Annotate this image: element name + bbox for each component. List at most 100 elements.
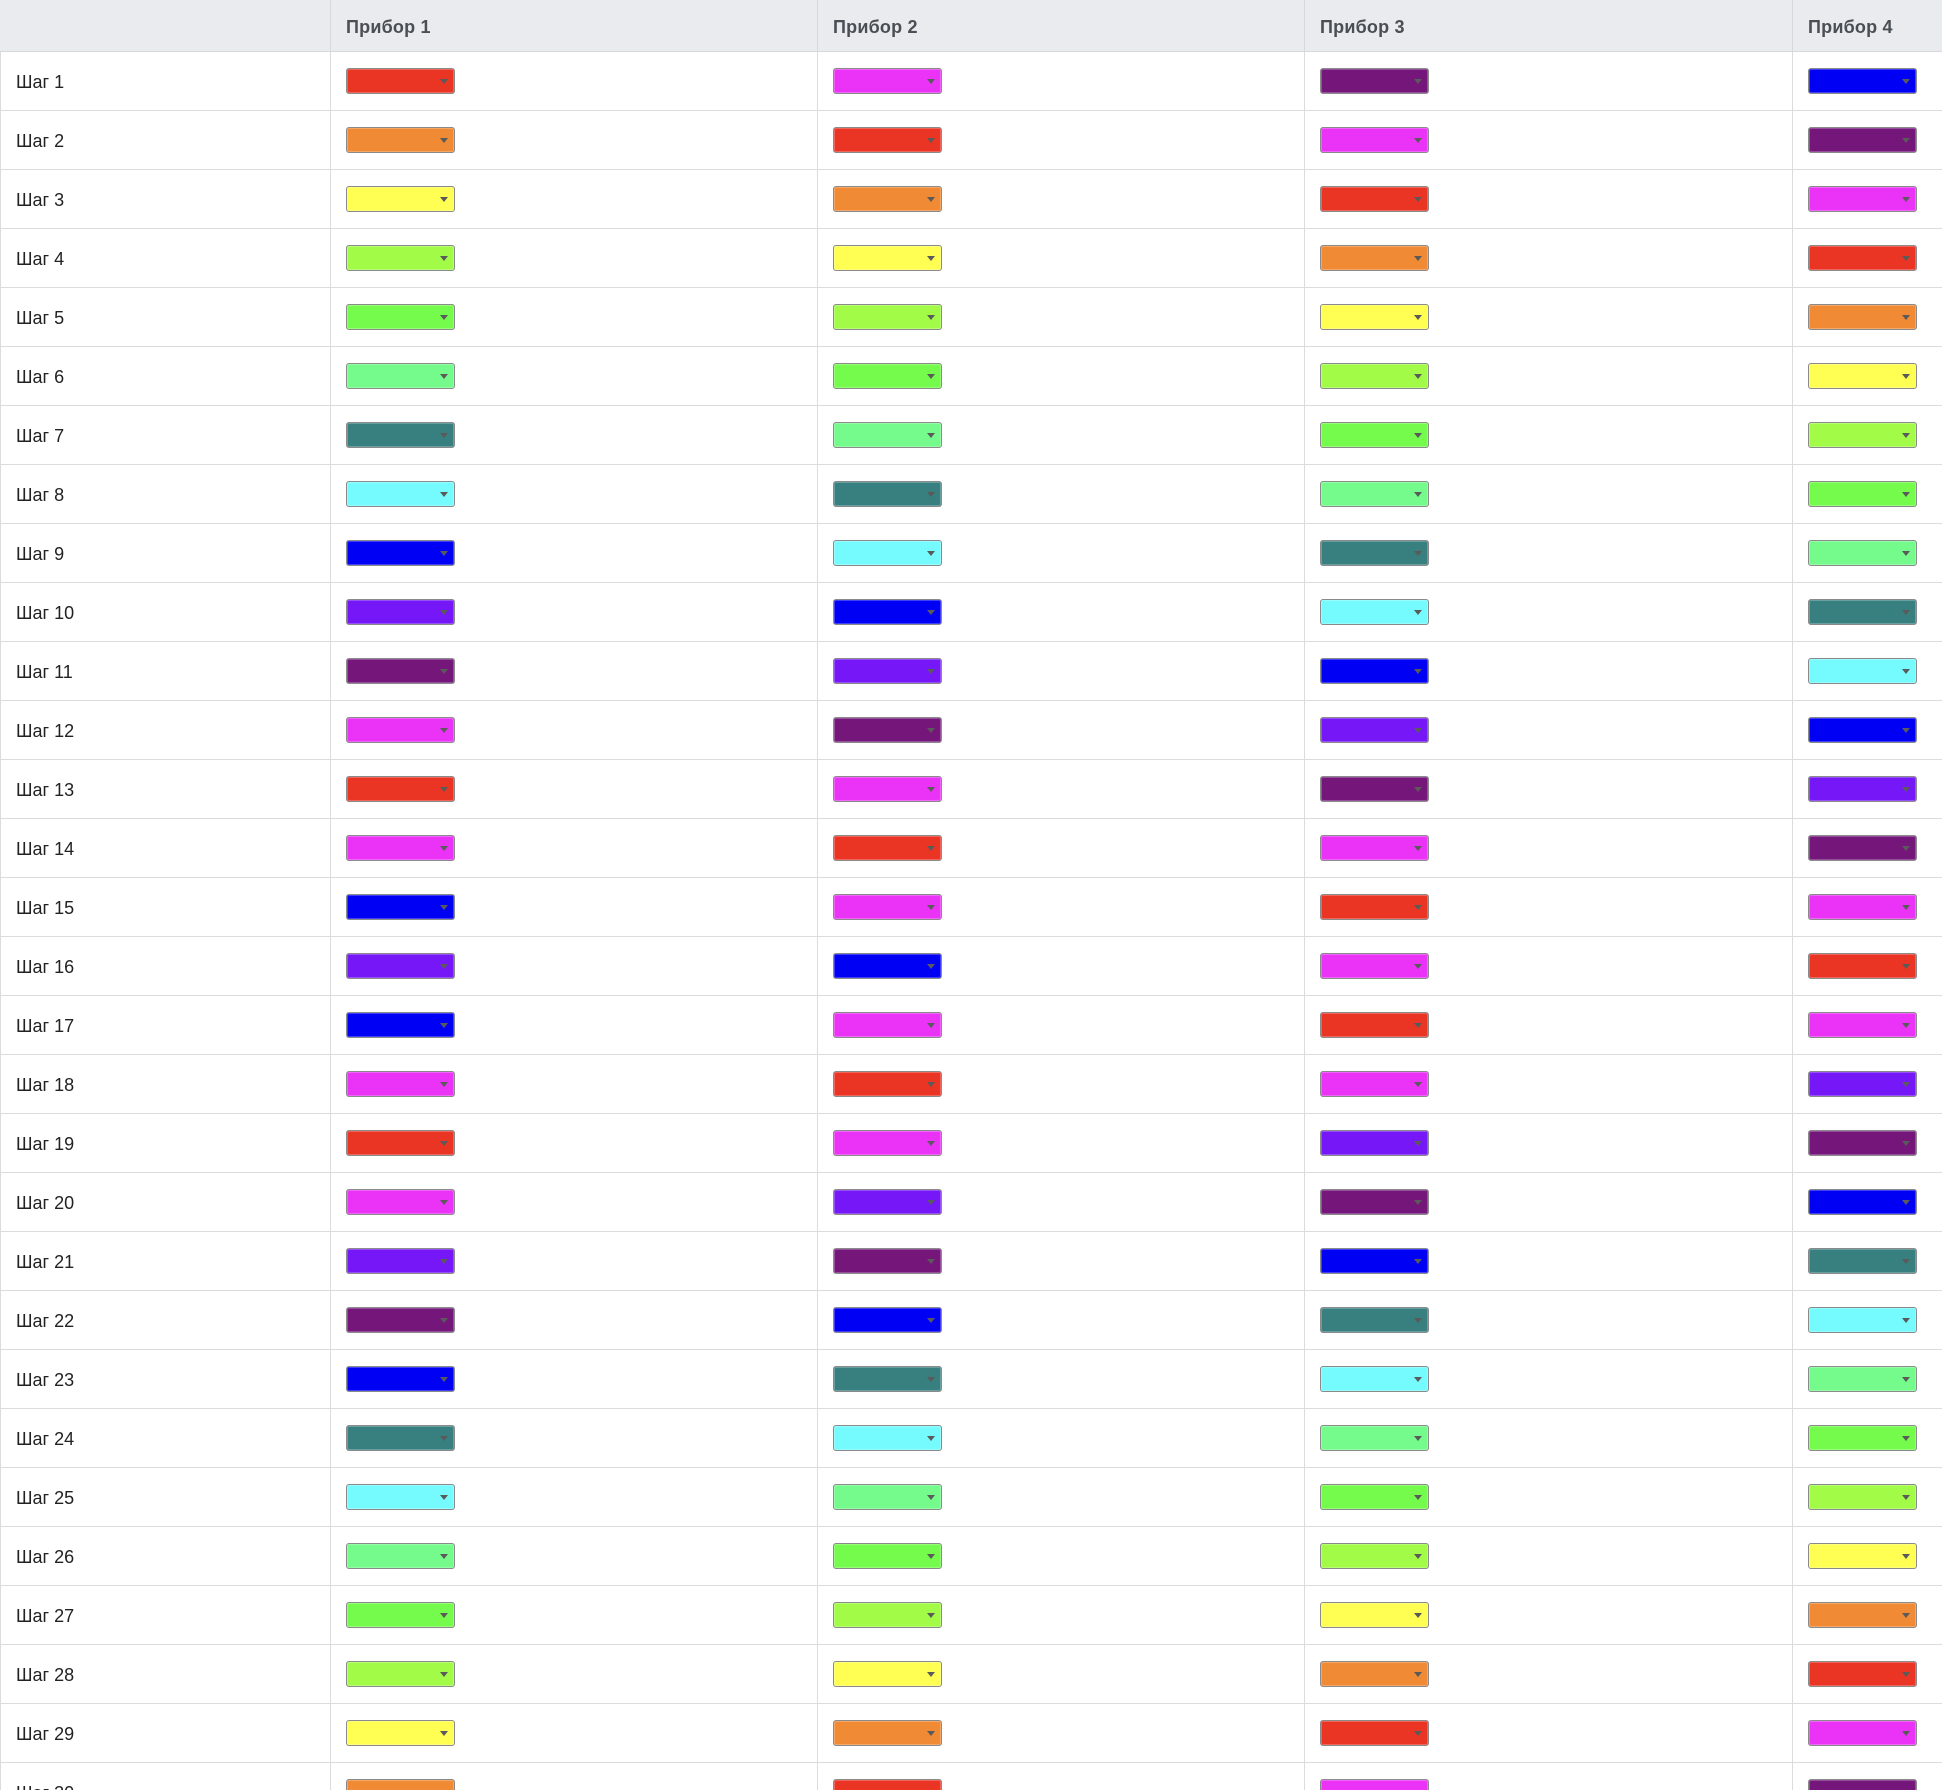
color-select-red[interactable] [1808,953,1917,979]
color-select-lime[interactable] [346,245,455,271]
color-select-red[interactable] [1320,1720,1429,1746]
color-select-lime[interactable] [1320,363,1429,389]
color-select-red[interactable] [346,776,455,802]
color-select-green[interactable] [1808,1425,1917,1451]
color-select-purple[interactable] [1808,835,1917,861]
color-select-lime[interactable] [1808,1484,1917,1510]
color-select-yellow[interactable] [833,1661,942,1687]
color-select-red[interactable] [346,1130,455,1156]
color-select-purple[interactable] [1320,1189,1429,1215]
color-select-magenta[interactable] [346,835,455,861]
color-select-magenta[interactable] [346,1189,455,1215]
color-select-lime[interactable] [833,1602,942,1628]
color-select-mint[interactable] [1808,540,1917,566]
color-select-magenta[interactable] [833,894,942,920]
color-select-teal[interactable] [346,422,455,448]
color-select-blue[interactable] [346,540,455,566]
color-select-green[interactable] [833,1543,942,1569]
color-select-violet[interactable] [346,953,455,979]
color-select-blue[interactable] [346,1012,455,1038]
color-select-teal[interactable] [1320,1307,1429,1333]
header-column-device-3[interactable]: Прибор 3 [1305,0,1793,52]
color-select-yellow[interactable] [346,186,455,212]
color-select-orange[interactable] [833,186,942,212]
color-select-blue[interactable] [1808,717,1917,743]
color-select-blue[interactable] [1808,1189,1917,1215]
color-select-magenta[interactable] [1320,953,1429,979]
color-select-violet[interactable] [1320,717,1429,743]
color-select-lime[interactable] [1808,422,1917,448]
color-select-teal[interactable] [833,1366,942,1392]
color-select-cyan[interactable] [1808,1307,1917,1333]
color-select-purple[interactable] [1320,68,1429,94]
color-select-magenta[interactable] [1808,1720,1917,1746]
color-select-orange[interactable] [346,127,455,153]
color-select-green[interactable] [1808,481,1917,507]
color-select-green[interactable] [1320,1484,1429,1510]
color-select-orange[interactable] [1320,1661,1429,1687]
color-select-violet[interactable] [1320,1130,1429,1156]
color-select-mint[interactable] [1320,481,1429,507]
color-select-yellow[interactable] [1808,363,1917,389]
color-select-red[interactable] [1320,1012,1429,1038]
color-select-mint[interactable] [346,363,455,389]
color-select-magenta[interactable] [346,717,455,743]
color-select-red[interactable] [833,1779,942,1790]
color-select-blue[interactable] [833,953,942,979]
color-select-yellow[interactable] [1320,1602,1429,1628]
color-select-violet[interactable] [1808,776,1917,802]
color-select-mint[interactable] [833,1484,942,1510]
color-select-orange[interactable] [346,1779,455,1790]
color-select-red[interactable] [1320,186,1429,212]
color-select-blue[interactable] [346,1366,455,1392]
color-select-orange[interactable] [833,1720,942,1746]
color-select-cyan[interactable] [833,1425,942,1451]
color-select-red[interactable] [1320,894,1429,920]
color-select-orange[interactable] [1808,304,1917,330]
color-select-yellow[interactable] [346,1720,455,1746]
color-select-cyan[interactable] [346,481,455,507]
color-select-purple[interactable] [1320,776,1429,802]
color-select-teal[interactable] [1320,540,1429,566]
color-select-mint[interactable] [1320,1425,1429,1451]
color-select-violet[interactable] [833,1189,942,1215]
color-select-red[interactable] [833,1071,942,1097]
color-select-lime[interactable] [1320,1543,1429,1569]
color-select-blue[interactable] [833,1307,942,1333]
header-column-device-2[interactable]: Прибор 2 [818,0,1305,52]
color-select-red[interactable] [833,127,942,153]
color-select-magenta[interactable] [833,1130,942,1156]
color-select-purple[interactable] [833,1248,942,1274]
color-select-yellow[interactable] [1808,1543,1917,1569]
color-select-magenta[interactable] [1320,835,1429,861]
color-select-cyan[interactable] [1320,1366,1429,1392]
color-select-purple[interactable] [833,717,942,743]
color-select-cyan[interactable] [1320,599,1429,625]
color-select-cyan[interactable] [1808,658,1917,684]
color-select-lime[interactable] [833,304,942,330]
color-select-teal[interactable] [346,1425,455,1451]
color-select-mint[interactable] [1808,1366,1917,1392]
color-select-red[interactable] [1808,245,1917,271]
color-select-violet[interactable] [1808,1071,1917,1097]
color-select-magenta[interactable] [1320,1071,1429,1097]
color-select-green[interactable] [833,363,942,389]
color-select-magenta[interactable] [833,776,942,802]
color-select-magenta[interactable] [1808,894,1917,920]
color-select-green[interactable] [346,304,455,330]
header-column-device-4[interactable]: Прибор 4 [1793,0,1942,52]
color-select-yellow[interactable] [833,245,942,271]
color-select-purple[interactable] [1808,1130,1917,1156]
color-select-magenta[interactable] [833,1012,942,1038]
color-select-purple[interactable] [346,1307,455,1333]
color-select-teal[interactable] [1808,1248,1917,1274]
color-select-purple[interactable] [1808,1779,1917,1790]
color-select-red[interactable] [833,835,942,861]
color-select-magenta[interactable] [346,1071,455,1097]
color-select-red[interactable] [346,68,455,94]
color-select-blue[interactable] [1320,658,1429,684]
color-select-violet[interactable] [833,658,942,684]
color-select-violet[interactable] [346,599,455,625]
color-select-magenta[interactable] [1320,127,1429,153]
color-select-mint[interactable] [346,1543,455,1569]
